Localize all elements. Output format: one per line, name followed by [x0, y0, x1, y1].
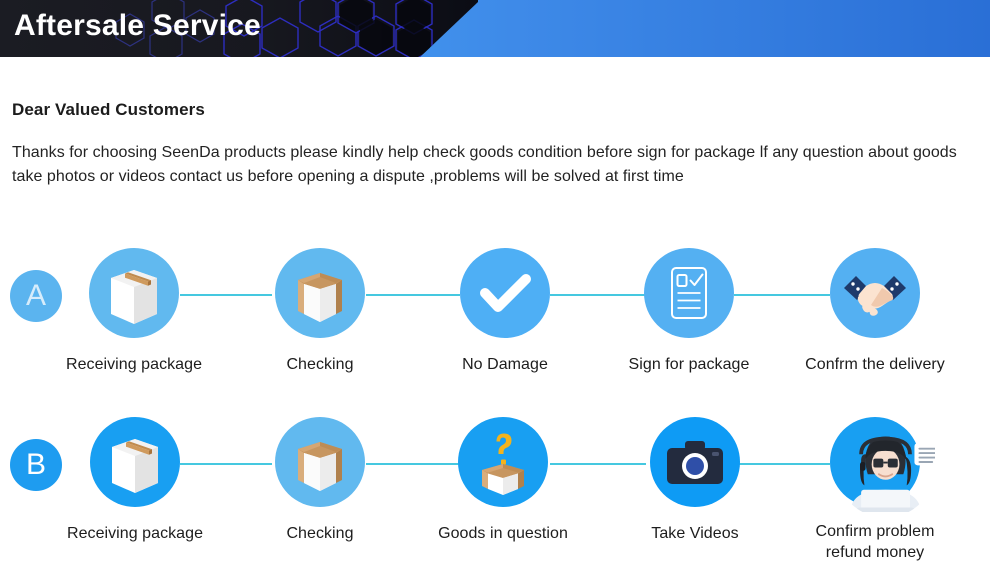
customer-support-agent-icon: [830, 417, 944, 515]
clipboard-signature-icon: [644, 248, 734, 338]
closed-box-icon: [90, 417, 180, 507]
flow-step-label: Take Videos: [651, 525, 739, 542]
open-box-icon: [275, 248, 365, 338]
intro-greeting: Dear Valued Customers: [12, 100, 205, 119]
flow-step-label: Confirm problem refund money: [815, 523, 935, 561]
flow-step-take-videos[interactable]: Take Videos: [605, 417, 785, 544]
question-box-icon: [458, 417, 548, 507]
handshake-icon: [830, 248, 920, 338]
checkmark-icon: [460, 248, 550, 338]
flow-step-confirm-delivery[interactable]: Confrm the delivery: [785, 248, 965, 375]
open-box-icon: [275, 417, 365, 507]
flow-step-checking[interactable]: Checking: [230, 248, 410, 375]
flow-step-label: Checking: [286, 356, 354, 373]
flow-step-goods-in-question[interactable]: Goods in question: [413, 417, 593, 544]
flow-step-label: Goods in question: [438, 525, 568, 542]
camera-icon: [650, 417, 740, 507]
flow-step-no-damage[interactable]: No Damage: [415, 248, 595, 375]
flow-step-receiving-package[interactable]: Receiving package: [45, 417, 225, 544]
intro-body-text: Thanks for choosing SeenDa products plea…: [12, 144, 957, 185]
flow-step-sign-for-package[interactable]: Sign for package: [599, 248, 779, 375]
flow-step-label: Checking: [286, 525, 354, 542]
flow-step-confirm-problem-refund[interactable]: Confirm problem refund money: [785, 417, 965, 563]
page-title: Aftersale Service: [14, 9, 261, 42]
flow-step-label: Receiving package: [65, 356, 203, 373]
flow-step-label: Confrm the delivery: [805, 356, 945, 373]
intro-block: Dear Valued Customers Thanks for choosin…: [12, 100, 972, 189]
page-header: Aftersale Service: [0, 0, 990, 57]
flow-step-label: Receiving package: [66, 525, 204, 542]
flow-step-receiving-package[interactable]: Receiving package: [44, 248, 224, 375]
aftersale-service-page: Aftersale Service Dear Valued Customers …: [0, 0, 990, 585]
flow-step-label: Sign for package: [628, 356, 750, 373]
flow-step-checking[interactable]: Checking: [230, 417, 410, 544]
closed-box-icon: [89, 248, 179, 338]
flow-step-label: No Damage: [462, 356, 548, 373]
